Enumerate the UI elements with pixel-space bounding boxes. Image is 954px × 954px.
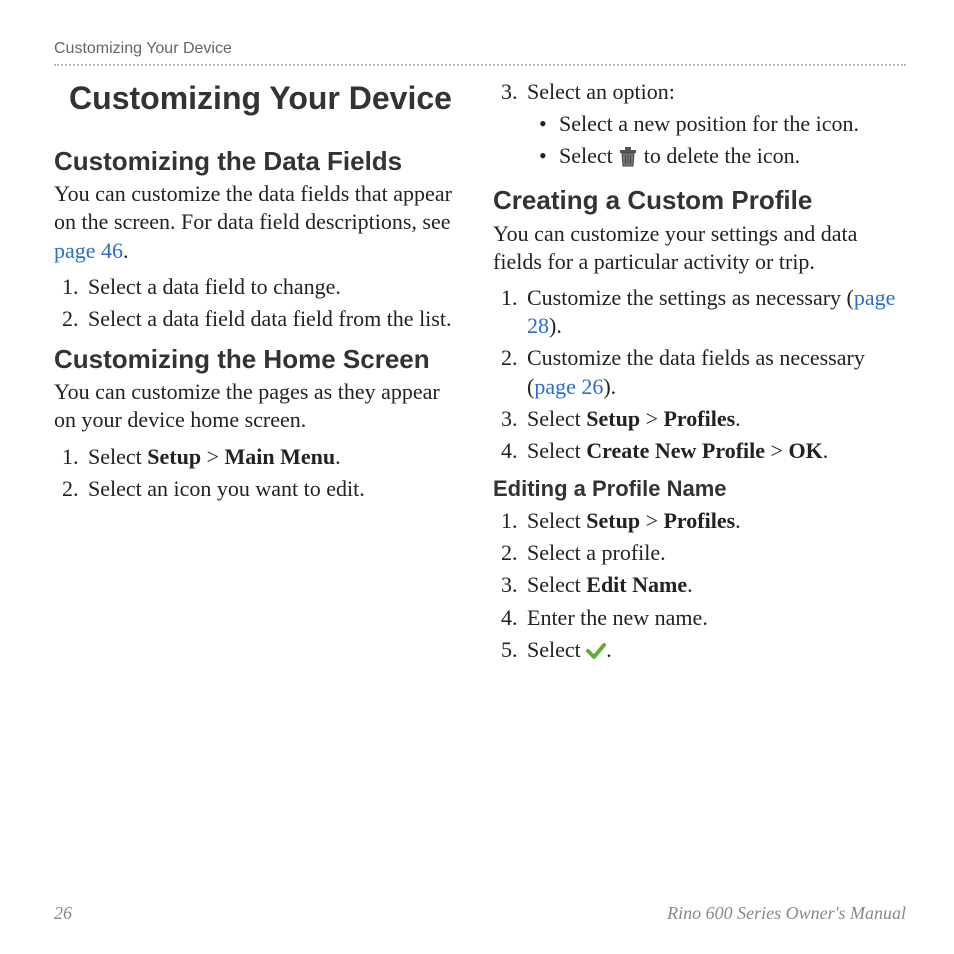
text: . [687, 572, 693, 597]
text: ). [549, 313, 562, 338]
text: Select [527, 406, 586, 431]
ui-path: Main Menu [224, 444, 335, 469]
text: Select [559, 143, 618, 168]
option-item: Select to delete the icon. [531, 142, 906, 174]
steps-list-continued: Select an option: Select a new position … [493, 78, 906, 174]
step-item: Select . [523, 636, 906, 667]
text: > [640, 406, 663, 431]
section-heading-customprofile: Creating a Custom Profile [493, 184, 906, 217]
step-item: Select an option: Select a new position … [523, 78, 906, 174]
text: . [606, 637, 612, 662]
book-title: Rino 600 Series Owner's Manual [667, 903, 906, 924]
step-item: Customize the data fields as necessary (… [523, 344, 906, 400]
text: to delete the icon. [638, 143, 800, 168]
page-link-26[interactable]: page 26 [534, 374, 603, 399]
ui-path: Profiles [663, 406, 735, 431]
section-intro: You can customize your settings and data… [493, 220, 906, 276]
text: . [823, 438, 829, 463]
ui-path: Create New Profile [586, 438, 765, 463]
checkmark-icon [586, 639, 606, 667]
section-intro: You can customize the pages as they appe… [54, 378, 467, 434]
ui-path: Edit Name [586, 572, 687, 597]
subsection-heading-editname: Editing a Profile Name [493, 475, 906, 503]
page-number: 26 [54, 903, 72, 924]
step-item: Select an icon you want to edit. [84, 475, 467, 503]
text: . [735, 406, 741, 431]
steps-list: Select Setup > Main Menu. Select an icon… [54, 443, 467, 503]
two-column-layout: Customizing Your Device Customizing the … [54, 74, 906, 903]
ui-path: Setup [586, 406, 640, 431]
step-item: Select a profile. [523, 539, 906, 567]
text: . [335, 444, 341, 469]
text: . [123, 238, 129, 263]
page-link-46[interactable]: page 46 [54, 238, 123, 263]
page-footer: 26 Rino 600 Series Owner's Manual [54, 903, 906, 924]
ui-path: OK [788, 438, 822, 463]
text: Select [527, 572, 586, 597]
text: You can customize the data fields that a… [54, 181, 452, 234]
step-item: Select Edit Name. [523, 571, 906, 599]
step-item: Select Setup > Profiles. [523, 507, 906, 535]
ui-path: Profiles [663, 508, 735, 533]
ui-path: Setup [586, 508, 640, 533]
text: Customize the settings as necessary ( [527, 285, 854, 310]
text: Select [527, 438, 586, 463]
steps-list: Select a data field to change. Select a … [54, 273, 467, 333]
step-item: Select Setup > Main Menu. [84, 443, 467, 471]
page-title: Customizing Your Device [54, 78, 467, 119]
text: > [201, 444, 224, 469]
text: Select [88, 444, 147, 469]
option-item: Select a new position for the icon. [531, 110, 906, 138]
right-column: Select an option: Select a new position … [493, 74, 906, 903]
manual-page: Customizing Your Device Customizing Your… [0, 0, 954, 954]
steps-list: Customize the settings as necessary ( pag… [493, 284, 906, 465]
text: Select [527, 508, 586, 533]
step-item: Select Setup > Profiles. [523, 405, 906, 433]
text: Select [527, 637, 586, 662]
step-item: Select Create New Profile > OK. [523, 437, 906, 465]
options-list: Select a new position for the icon. Sele… [531, 110, 906, 174]
section-heading-datafields: Customizing the Data Fields [54, 145, 467, 178]
text: . [735, 508, 741, 533]
step-item: Select a data field data field from the … [84, 305, 467, 333]
text: > [640, 508, 663, 533]
ui-path: Setup [147, 444, 201, 469]
step-item: Enter the new name. [523, 604, 906, 632]
text: ). [603, 374, 616, 399]
running-header: Customizing Your Device [54, 40, 906, 66]
step-item: Select a data field to change. [84, 273, 467, 301]
step-item: Customize the settings as necessary (pag… [523, 284, 906, 340]
trash-icon [618, 145, 638, 174]
section-intro: You can customize the data fields that a… [54, 180, 467, 264]
left-column: Customizing Your Device Customizing the … [54, 74, 467, 903]
steps-list: Select Setup > Profiles. Select a profil… [493, 507, 906, 667]
text: > [765, 438, 788, 463]
section-heading-homescreen: Customizing the Home Screen [54, 343, 467, 376]
text: Select an option: [527, 79, 675, 104]
